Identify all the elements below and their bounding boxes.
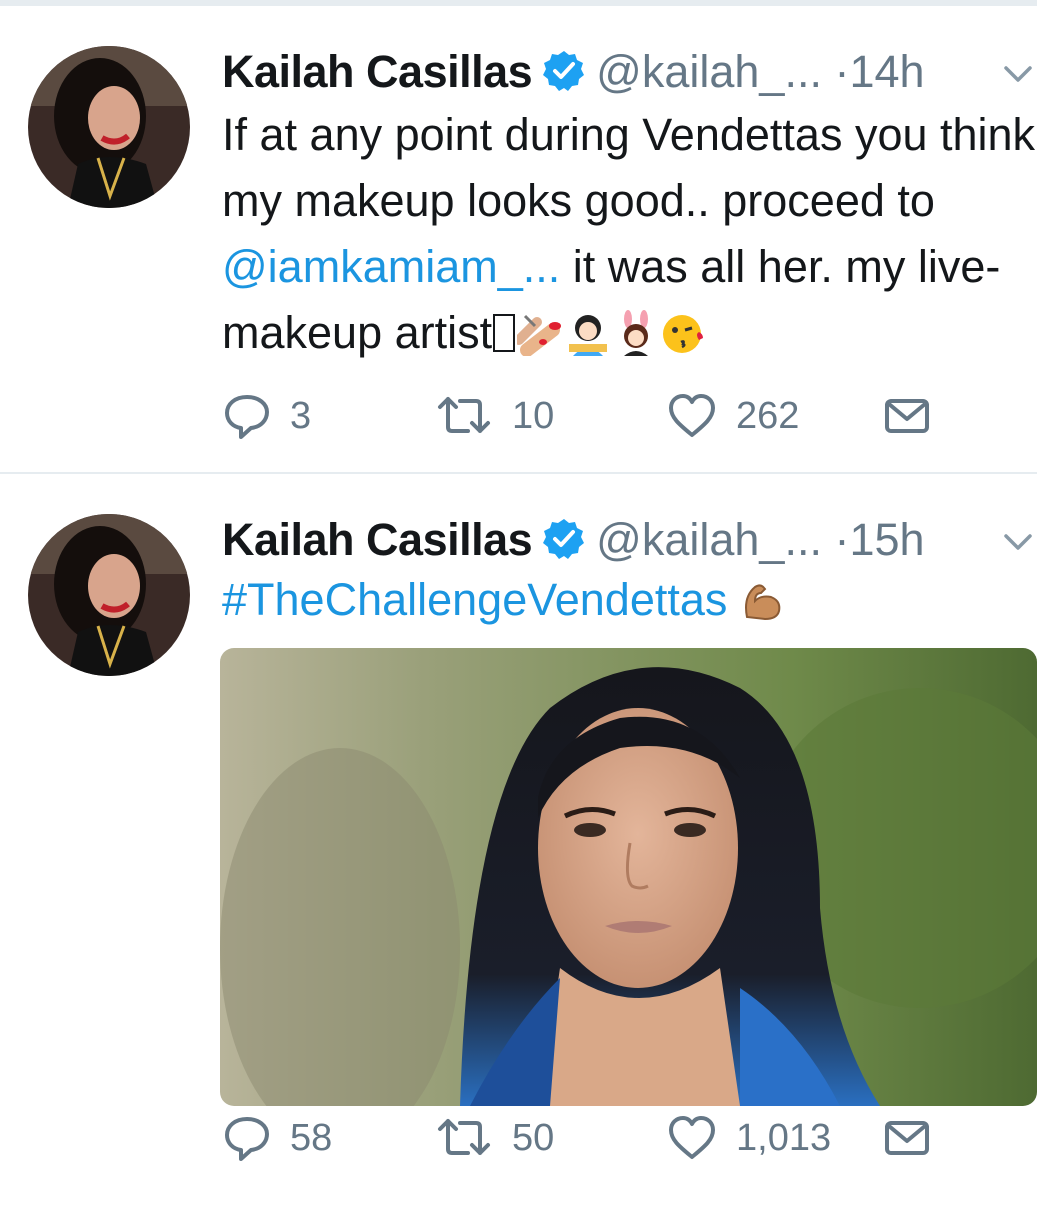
like-button[interactable]: 262 — [666, 386, 799, 446]
reply-count: 58 — [290, 1116, 333, 1159]
reply-icon — [225, 1117, 269, 1161]
like-count: 1,013 — [736, 1116, 832, 1159]
tweet-header: Kailah Casillas @kailah_... ·15h — [222, 510, 925, 570]
retweet-button[interactable]: 10 — [434, 386, 554, 446]
envelope-icon — [885, 1121, 929, 1155]
chevron-down-icon[interactable] — [1000, 62, 1036, 86]
tweet-header: Kailah Casillas @kailah_... ·14h — [222, 42, 925, 102]
bunny-girl-icon — [624, 310, 649, 356]
retweet-count: 10 — [512, 394, 555, 437]
woman-getting-makeup-icon — [569, 315, 608, 356]
retweet-count: 50 — [512, 1116, 555, 1159]
verified-badge-icon — [543, 51, 585, 91]
user-handle[interactable]: @kailah_... — [596, 514, 822, 565]
avatar[interactable] — [28, 46, 190, 208]
tweet-text: If at any point during Vendettas you thi… — [222, 102, 1037, 366]
hashtag-link[interactable]: #TheChallengeVendettas — [222, 574, 727, 625]
user-handle[interactable]: @kailah_... — [596, 46, 822, 97]
timestamp[interactable]: 14h — [849, 46, 924, 97]
avatar[interactable] — [28, 514, 190, 676]
tweet-photo[interactable] — [220, 648, 1037, 1106]
heart-icon — [669, 1116, 715, 1159]
tweet-actions: 3 10 262 — [222, 386, 982, 446]
tweet-actions: 58 50 1,013 — [222, 1108, 982, 1168]
chevron-down-icon[interactable] — [1000, 530, 1036, 554]
tweet-divider — [0, 472, 1037, 474]
tweet-card[interactable]: Kailah Casillas @kailah_... ·14h If at an… — [0, 8, 1037, 473]
envelope-icon — [885, 399, 929, 433]
display-name[interactable]: Kailah Casillas — [222, 46, 533, 97]
separator-dot: · — [834, 46, 850, 97]
like-button[interactable]: 1,013 — [666, 1108, 831, 1168]
nail-polish-icon — [517, 314, 562, 356]
mention-link[interactable]: @iamkamiam_... — [222, 241, 560, 292]
reply-count: 3 — [290, 394, 312, 437]
separator-dot: · — [834, 514, 850, 565]
missing-glyph — [493, 314, 516, 352]
kiss-face-icon — [663, 315, 704, 353]
top-divider — [0, 0, 1037, 6]
retweet-button[interactable]: 50 — [434, 1108, 554, 1168]
direct-message-button[interactable] — [882, 386, 932, 446]
tweet-text: #TheChallengeVendettas — [222, 572, 1037, 628]
direct-message-button[interactable] — [882, 1108, 932, 1168]
retweet-icon — [438, 1119, 490, 1155]
verified-badge-icon — [543, 519, 585, 559]
reply-icon — [225, 395, 269, 439]
reply-button[interactable]: 58 — [222, 1108, 332, 1168]
tweet-text-part: If at any point during Vendettas you thi… — [222, 109, 1036, 226]
like-count: 262 — [736, 394, 800, 437]
timestamp[interactable]: 15h — [849, 514, 924, 565]
heart-icon — [669, 394, 715, 437]
tweet-card[interactable]: Kailah Casillas @kailah_... ·15h #TheChal… — [0, 476, 1037, 1212]
retweet-icon — [438, 397, 490, 433]
flexed-biceps-icon — [745, 584, 781, 621]
reply-button[interactable]: 3 — [222, 386, 311, 446]
display-name[interactable]: Kailah Casillas — [222, 514, 533, 565]
